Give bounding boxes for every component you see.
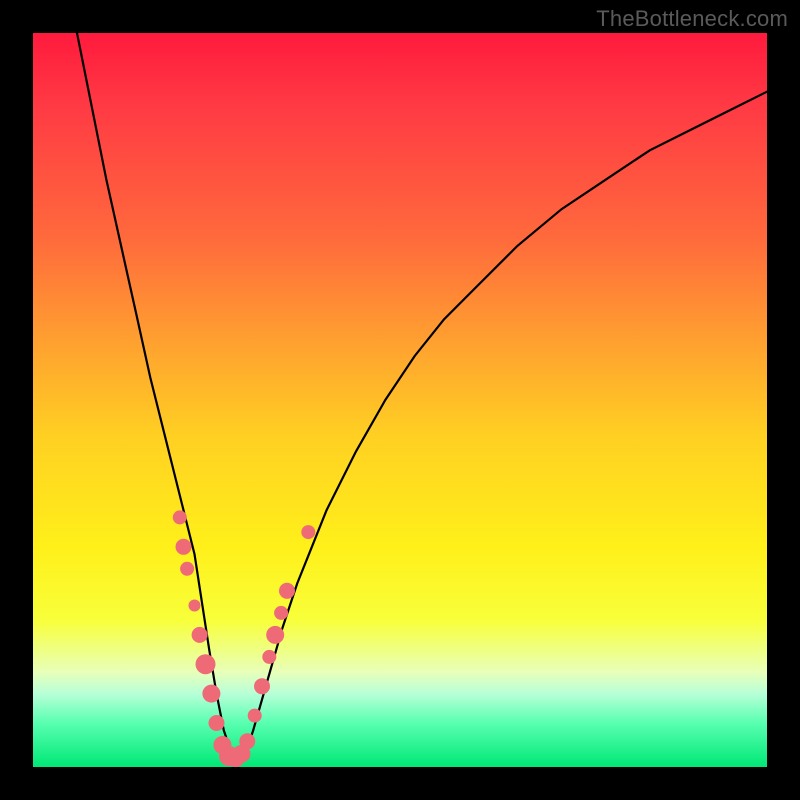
chart-frame: TheBottleneck.com: [0, 0, 800, 800]
plot-area: [33, 33, 767, 767]
watermark-text: TheBottleneck.com: [596, 6, 788, 32]
